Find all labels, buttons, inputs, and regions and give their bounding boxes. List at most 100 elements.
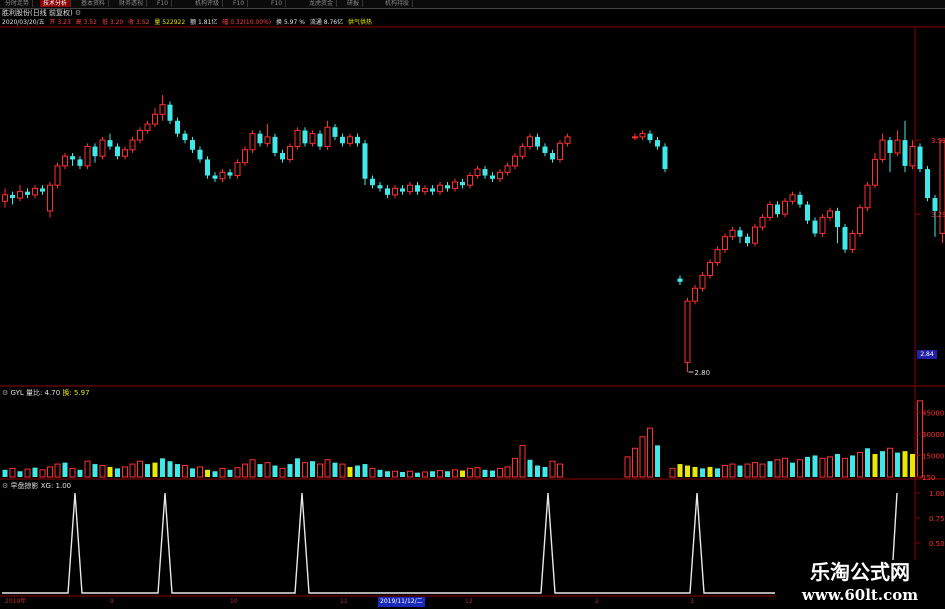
candle-body <box>872 158 878 186</box>
watermark-title: 乐淘公式网 <box>810 560 910 584</box>
date-tick: 10 <box>230 598 238 605</box>
volume-bar <box>54 463 61 478</box>
volume-bar <box>362 464 368 477</box>
date-tick: 3 <box>690 598 694 605</box>
candle-body <box>527 136 533 148</box>
volume-bar <box>669 467 676 478</box>
panel-settings-icon[interactable]: ⚙ <box>2 482 8 490</box>
candle-body <box>144 123 151 131</box>
candle-body <box>437 184 443 193</box>
volume-bar <box>452 469 458 478</box>
candle-body <box>745 236 750 244</box>
volume-bar <box>790 462 795 477</box>
volume-bar <box>692 466 698 477</box>
volume-bar <box>805 456 810 477</box>
panel-settings-icon[interactable]: ⚙ <box>2 389 8 397</box>
volume-bar <box>377 469 383 477</box>
volume-bar <box>347 466 353 477</box>
candle-body <box>340 136 345 144</box>
candle-body <box>370 178 375 186</box>
candle-body <box>714 249 721 263</box>
volume-bar <box>549 460 556 478</box>
volume-bar <box>324 459 331 478</box>
candle-body <box>167 104 173 121</box>
candle-body <box>737 230 743 237</box>
candle-body <box>775 204 780 215</box>
candle-body <box>452 181 458 189</box>
volume-bar <box>32 467 38 477</box>
price-axis-label: 3.29 <box>931 211 945 219</box>
candle-body <box>842 227 848 250</box>
volume-axis-label: 45000 <box>922 409 944 417</box>
candle-body <box>400 188 405 192</box>
candle-body <box>902 140 908 166</box>
volume-bar <box>355 465 360 477</box>
candle-body <box>722 236 728 251</box>
kline-chart-canvas[interactable]: 3.52 3.29 2.80 45000 30000 15000 150 1.00 0.75 0.… <box>0 0 945 609</box>
volume-bar <box>504 466 511 478</box>
volume-bar <box>512 457 518 478</box>
volume-bar <box>707 466 713 477</box>
candle-body <box>32 187 38 196</box>
candle-body <box>849 233 856 251</box>
candle-body <box>557 142 563 160</box>
candle-body <box>62 155 68 167</box>
signal-axis-label: 0.50 <box>929 540 945 548</box>
candle-body <box>355 136 360 144</box>
volume-bar <box>175 464 180 477</box>
candle-body <box>280 152 285 160</box>
candle-body <box>467 175 473 186</box>
volume-axis-label: 15000 <box>922 452 944 460</box>
candle-body <box>819 216 826 235</box>
candle-body <box>70 156 75 160</box>
volume-bar <box>182 465 188 478</box>
candle-body <box>639 133 646 138</box>
volume-bar <box>99 465 106 478</box>
volume-bar <box>107 466 113 477</box>
candle-body <box>632 136 638 139</box>
candle-body <box>707 261 713 276</box>
candle-body <box>249 133 256 151</box>
candle-body <box>759 216 766 228</box>
candle-body <box>92 146 98 157</box>
candle-body <box>2 194 8 202</box>
volume-bar <box>647 427 653 478</box>
candle-body <box>430 188 435 192</box>
candle-body <box>122 149 128 157</box>
candle-body <box>887 140 893 153</box>
candle-body <box>422 187 428 193</box>
volume-bar <box>527 459 533 477</box>
candle-body <box>242 149 248 164</box>
candle-body <box>864 184 871 209</box>
volume-bar <box>160 458 165 477</box>
volume-bar <box>519 444 526 478</box>
volume-bar <box>2 469 8 477</box>
volume-bar <box>497 467 503 478</box>
price-axis-label: 3.52 <box>931 137 945 145</box>
volume-bar <box>744 463 751 478</box>
volume-bar <box>910 454 915 477</box>
volume-bar <box>887 447 893 478</box>
volume-bar <box>835 454 840 477</box>
candle-body <box>445 185 450 189</box>
candle-body <box>272 136 278 153</box>
candle-body <box>227 172 233 176</box>
candle-body <box>752 226 758 244</box>
volume-bar <box>47 466 53 478</box>
volume-indicator-name[interactable]: GYL <box>11 389 24 397</box>
volume-bar <box>865 448 870 477</box>
volume-bar <box>474 467 481 478</box>
volume-bar <box>279 467 286 478</box>
candle-body <box>294 129 301 148</box>
volume-bar <box>339 463 346 478</box>
candle-body <box>474 168 481 177</box>
volume-bar <box>482 469 488 477</box>
signal-indicator-name[interactable]: 早盘掠影 <box>11 482 39 490</box>
volume-bar <box>122 466 128 478</box>
volume-bar <box>39 469 46 478</box>
volume-bar <box>437 470 443 478</box>
candle-body <box>894 139 901 154</box>
volume-bar <box>407 470 413 478</box>
candle-body <box>54 165 61 186</box>
volume-bar <box>430 471 435 477</box>
